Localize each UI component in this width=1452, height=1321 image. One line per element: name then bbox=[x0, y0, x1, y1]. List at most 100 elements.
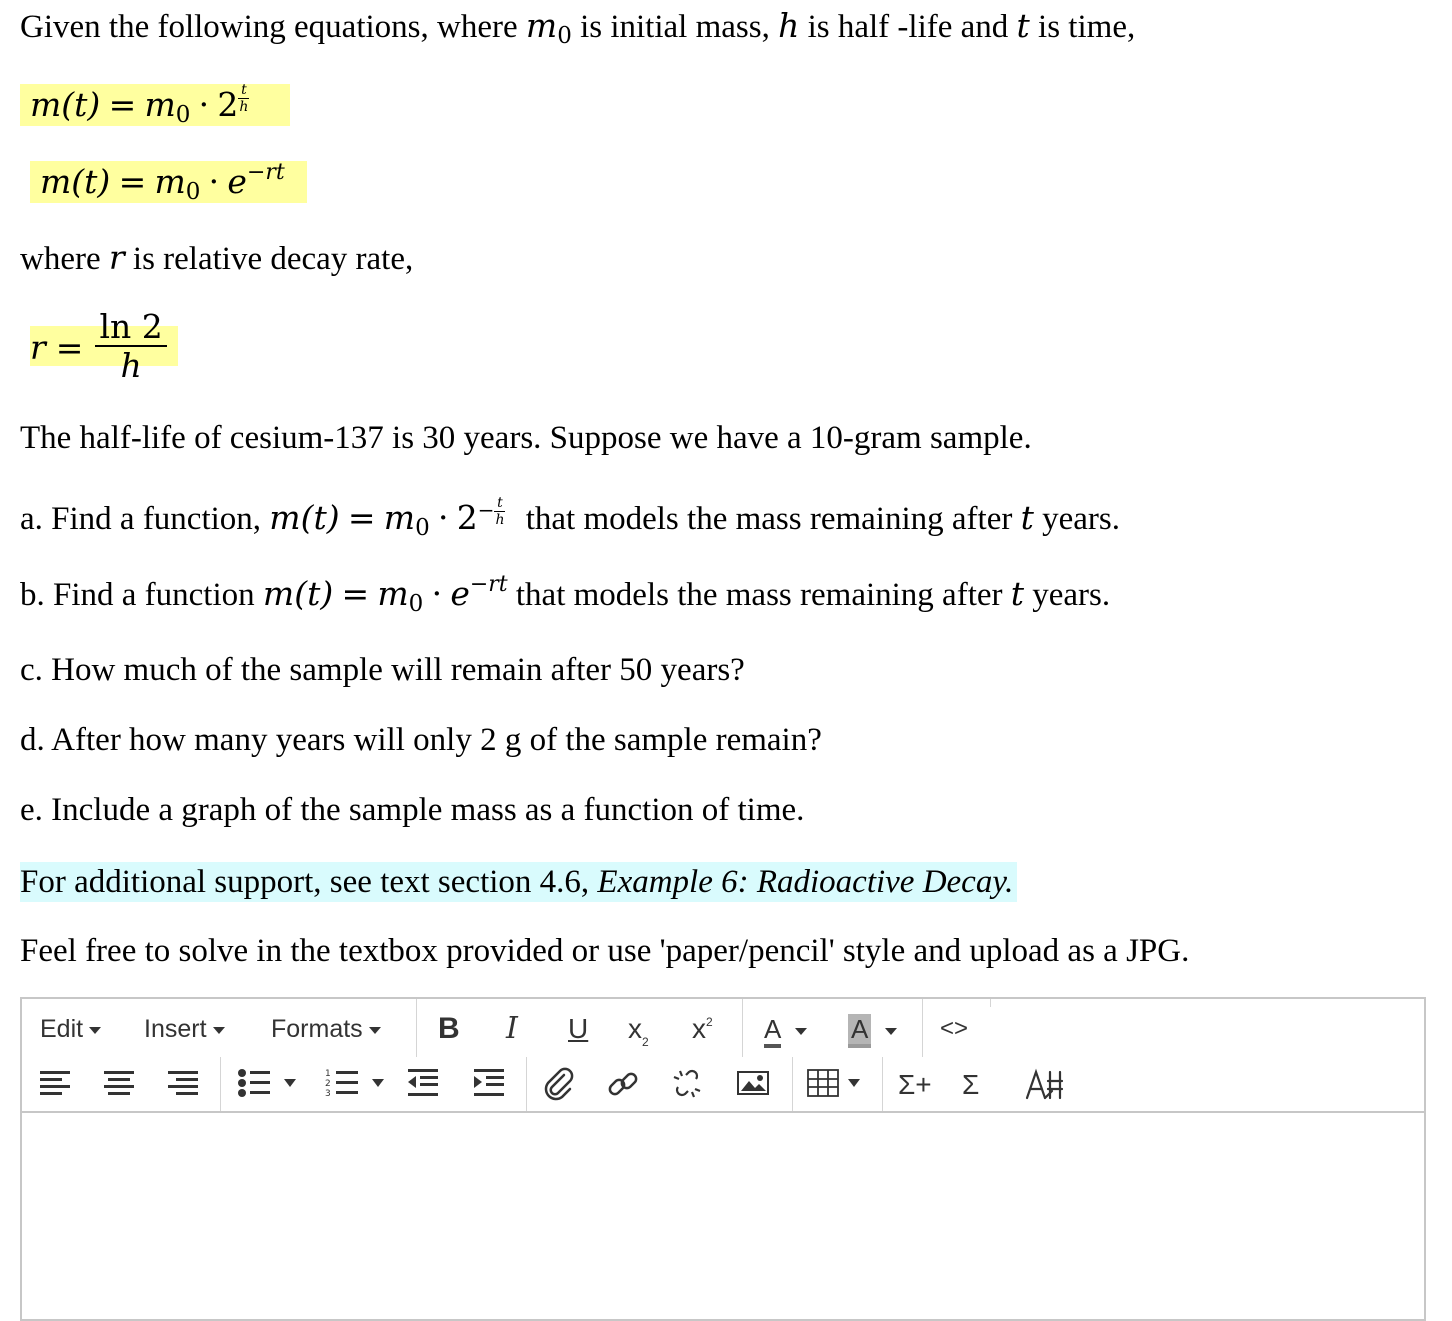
chevron-down-icon bbox=[795, 1027, 808, 1035]
rich-text-editor[interactable]: Edit Insert Formats B I U x2 x2 A A <> 1… bbox=[20, 997, 1426, 1321]
insert-link-button[interactable] bbox=[606, 1067, 642, 1103]
bullet-list-button[interactable] bbox=[236, 1067, 306, 1103]
special-characters-icon bbox=[1025, 1068, 1064, 1100]
text-part: a. Find a function, bbox=[20, 501, 270, 537]
svg-text:2: 2 bbox=[325, 1079, 331, 1089]
eq-m: m bbox=[154, 162, 186, 201]
equation-half-life: m(t) = m0 · 2th bbox=[20, 83, 290, 128]
text-part: years. bbox=[1024, 577, 1111, 613]
eq-lhs: m(t) bbox=[269, 498, 340, 537]
toolbar-divider bbox=[220, 1057, 221, 1111]
insert-table-button[interactable] bbox=[806, 1067, 866, 1103]
instructions-text: Feel free to solve in the textbox provid… bbox=[20, 933, 1190, 969]
eq-dot: · bbox=[198, 85, 210, 124]
var-sub: 0 bbox=[557, 23, 572, 49]
special-characters-button[interactable] bbox=[1024, 1067, 1064, 1103]
align-left-button[interactable] bbox=[38, 1067, 74, 1103]
eq-dot: · bbox=[437, 498, 449, 537]
eq-lhs: m(t) bbox=[262, 574, 334, 613]
subscript-button[interactable]: x2 bbox=[628, 1005, 649, 1053]
fraction-numerator: ln 2 bbox=[99, 307, 163, 346]
eq-lhs: r bbox=[30, 327, 46, 367]
eq-sub: 0 bbox=[185, 179, 201, 205]
intro-part: Given the following equations, where bbox=[20, 9, 526, 45]
editor-content-area[interactable] bbox=[22, 1113, 1424, 1319]
var-t: t bbox=[1016, 6, 1030, 45]
eq-base: 2 bbox=[456, 498, 478, 537]
where-r-text: where r is relative decay rate, bbox=[20, 238, 413, 279]
text-part: b. Find a function bbox=[20, 577, 263, 613]
align-right-button[interactable] bbox=[166, 1067, 202, 1103]
image-icon bbox=[737, 1071, 769, 1095]
toolbar-divider bbox=[742, 999, 743, 1057]
text-part: years. bbox=[1033, 501, 1120, 537]
align-center-button[interactable] bbox=[102, 1067, 138, 1103]
eq-base: e bbox=[450, 574, 470, 613]
superscript-icon: x bbox=[692, 1013, 706, 1044]
sigma-plus-icon: Σ+ bbox=[898, 1069, 932, 1100]
background-color-button[interactable]: A bbox=[848, 1005, 898, 1053]
toolbar-divider bbox=[882, 1057, 883, 1111]
part-b: b. Find a function m(t) = m0 · e−rt that… bbox=[20, 572, 1111, 624]
fraction: ln 2 h bbox=[95, 307, 167, 385]
source-code-button[interactable]: <> bbox=[940, 1005, 968, 1053]
edit-menu[interactable]: Edit bbox=[40, 1005, 102, 1053]
link-icon bbox=[608, 1072, 638, 1096]
chevron-down-icon bbox=[212, 1026, 225, 1034]
eq-dot: · bbox=[431, 574, 443, 613]
eq-sign: = bbox=[118, 162, 147, 201]
eq-base: 2 bbox=[217, 85, 239, 124]
eq-exponent: th bbox=[494, 496, 506, 527]
text-part: where bbox=[20, 241, 109, 277]
chevron-down-icon bbox=[89, 1026, 102, 1034]
subscript-icon: x bbox=[628, 1013, 642, 1044]
underline-button[interactable]: U bbox=[568, 1005, 588, 1053]
var-m: m bbox=[525, 6, 558, 45]
part-d: d. After how many years will only 2 g of… bbox=[20, 722, 822, 758]
superscript-mark: 2 bbox=[706, 1015, 713, 1029]
eq-sign: = bbox=[108, 85, 137, 124]
intro-part: is time, bbox=[1029, 9, 1136, 45]
numbered-list-button[interactable]: 123 bbox=[324, 1067, 394, 1103]
eq-m: m bbox=[377, 574, 409, 613]
attach-button[interactable] bbox=[542, 1067, 578, 1103]
italic-icon: I bbox=[506, 1011, 518, 1046]
support-note: For additional support, see text section… bbox=[20, 862, 1018, 902]
eq-exponent: th bbox=[238, 83, 250, 115]
text-color-button[interactable]: A bbox=[764, 1005, 808, 1053]
eq-sub: 0 bbox=[408, 591, 424, 617]
indent-icon bbox=[474, 1069, 504, 1096]
equation-editor-button[interactable]: Σ+ bbox=[898, 1061, 932, 1109]
eq-dot: · bbox=[208, 162, 220, 201]
toolbar-divider bbox=[990, 999, 991, 1007]
bold-icon: B bbox=[438, 1012, 460, 1045]
remove-link-button[interactable] bbox=[670, 1067, 706, 1103]
text-part: that models the mass remaining after bbox=[507, 577, 1011, 613]
insert-image-button[interactable] bbox=[736, 1067, 772, 1103]
symbols-button[interactable]: Σ bbox=[962, 1061, 979, 1109]
eq-exponent: −rt bbox=[246, 160, 285, 185]
eq-lhs: m(t) bbox=[30, 85, 101, 124]
subscript-mark: 2 bbox=[642, 1035, 649, 1049]
table-icon bbox=[807, 1069, 860, 1097]
outdent-button[interactable] bbox=[406, 1067, 442, 1103]
intro-part: is half -life and bbox=[799, 9, 1017, 45]
eq-sign: = bbox=[341, 574, 370, 613]
example-reference: Example 6: Radioactive Decay. bbox=[597, 864, 1014, 900]
toolbar-divider bbox=[526, 1057, 527, 1111]
indent-button[interactable] bbox=[472, 1067, 508, 1103]
italic-button[interactable]: I bbox=[506, 1005, 518, 1053]
bold-button[interactable]: B bbox=[438, 1005, 460, 1053]
insert-menu[interactable]: Insert bbox=[144, 1005, 225, 1053]
eq-lhs: m(t) bbox=[40, 162, 111, 201]
eq-m: m bbox=[383, 498, 416, 537]
part-e: e. Include a graph of the sample mass as… bbox=[20, 792, 805, 828]
underline-icon: U bbox=[568, 1013, 589, 1044]
svg-text:3: 3 bbox=[325, 1089, 331, 1099]
var-r: r bbox=[108, 238, 125, 277]
formats-menu[interactable]: Formats bbox=[271, 1005, 381, 1053]
svg-text:1: 1 bbox=[325, 1069, 331, 1079]
eq-sub: 0 bbox=[175, 102, 191, 128]
superscript-button[interactable]: x2 bbox=[692, 1005, 713, 1053]
exp-den: h bbox=[239, 98, 249, 115]
